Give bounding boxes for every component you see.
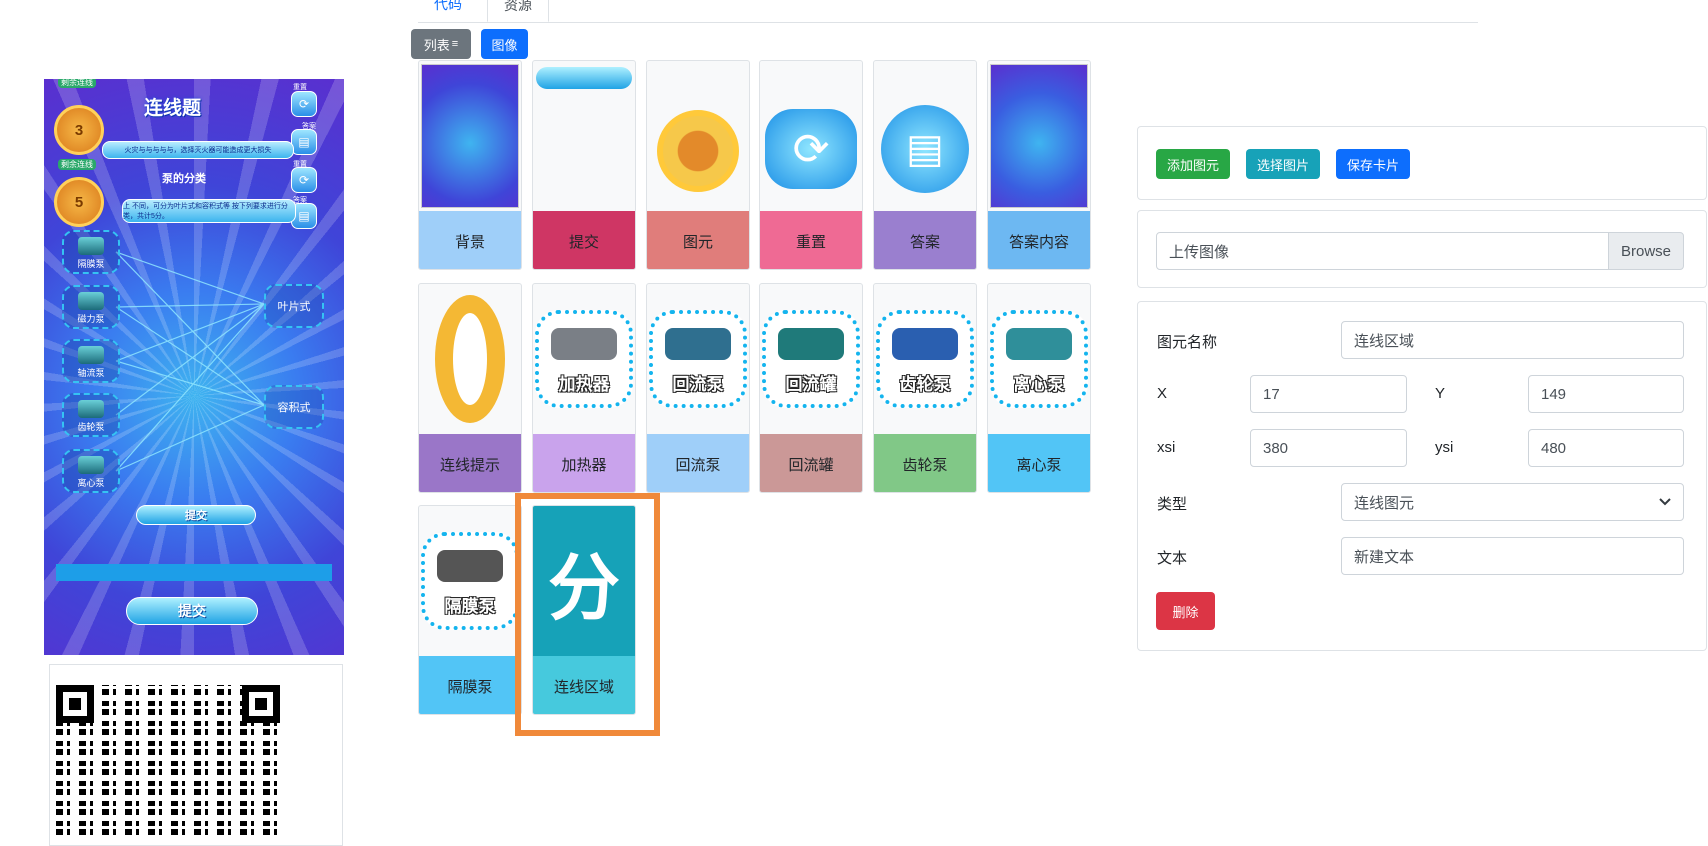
resource-card[interactable]: 隔膜泵 隔膜泵 (418, 505, 522, 715)
preview-item-label: 轴流泵 (77, 368, 105, 378)
tab-code[interactable]: 代码 (418, 0, 478, 22)
reset-icon: ⟳ (760, 61, 862, 211)
background-thumbnail (419, 61, 521, 211)
resource-card[interactable]: 离心泵 离心泵 (987, 283, 1091, 493)
resource-card-label: 图元 (647, 211, 749, 269)
resource-card[interactable]: 回流泵 回流泵 (646, 283, 750, 493)
resource-card[interactable]: 答案内容 (987, 60, 1091, 270)
upload-input[interactable]: 上传图像 (1156, 232, 1609, 270)
pump-icon (78, 237, 104, 255)
resource-card[interactable]: 回流罐 回流罐 (759, 283, 863, 493)
submit-button-small[interactable]: 提交 (136, 505, 256, 525)
name-field[interactable]: 连线区域 (1341, 321, 1684, 359)
resource-card[interactable]: ⟳ 重置 (759, 60, 863, 270)
qr-finder (56, 685, 94, 723)
name-label: 图元名称 (1157, 334, 1218, 351)
xsi-label: xsi (1157, 439, 1176, 456)
choose-image-button[interactable]: 选择图片 (1246, 149, 1320, 179)
qr-finder (242, 685, 280, 723)
equipment-icon: 加热器 (533, 284, 635, 434)
equipment-icon: 回流罐 (760, 284, 862, 434)
preview-target[interactable]: 叶片式 (264, 284, 324, 328)
equipment-icon: 齿轮泵 (874, 284, 976, 434)
preview-item[interactable]: 齿轮泵 (62, 393, 120, 437)
preview-item-label: 磁力泵 (77, 314, 105, 324)
resource-card-label: 答案 (874, 211, 976, 269)
resource-card-label: 重置 (760, 211, 862, 269)
ysi-field[interactable]: 480 (1528, 429, 1684, 467)
game-preview: 剩余连线 3 连线题 ⟳ 重置 ▤ 答案 火灾与与与与与，选择灭火器可能造成更大… (44, 79, 344, 655)
tab-resources[interactable]: 资源 (487, 0, 549, 22)
qr-card (49, 664, 343, 846)
medal-icon (647, 61, 749, 211)
ysi-label: ysi (1435, 439, 1454, 456)
selection-highlight (515, 493, 660, 736)
browse-button[interactable]: Browse (1608, 232, 1684, 270)
y-field[interactable]: 149 (1528, 375, 1684, 413)
equipment-icon: 离心泵 (988, 284, 1090, 434)
resource-card[interactable]: 背景 (418, 60, 522, 270)
resource-card[interactable]: 齿轮泵 齿轮泵 (873, 283, 977, 493)
pump-icon (78, 456, 104, 474)
type-select-value: 连线图元 (1354, 494, 1415, 512)
pump-icon (78, 400, 104, 418)
resource-card-label: 答案内容 (988, 211, 1090, 269)
sort-icon: ≡ (451, 38, 459, 50)
list-view-label: 列表 (423, 37, 450, 53)
x-field[interactable]: 17 (1250, 375, 1407, 413)
delete-button[interactable]: 删除 (1156, 592, 1215, 630)
resource-card[interactable]: 图元 (646, 60, 750, 270)
upload-panel: 上传图像 Browse (1137, 210, 1707, 288)
submit-button[interactable]: 提交 (126, 597, 258, 625)
equipment-icon: 回流泵 (647, 284, 749, 434)
y-label: Y (1435, 385, 1446, 402)
submit-thumbnail (533, 61, 635, 211)
resource-card[interactable]: 加热器 加热器 (532, 283, 636, 493)
equipment-icon: 隔膜泵 (419, 506, 521, 656)
answer-thumbnail (988, 61, 1090, 211)
preview-item-label: 离心泵 (77, 478, 105, 488)
resource-card-label: 离心泵 (988, 434, 1090, 492)
pump-icon (78, 346, 104, 364)
chevron-down-icon (1659, 498, 1671, 506)
xsi-field[interactable]: 380 (1250, 429, 1407, 467)
preview-item[interactable]: 离心泵 (62, 449, 120, 493)
resource-card-label: 背景 (419, 211, 521, 269)
type-label: 类型 (1157, 496, 1188, 513)
resource-card-label: 齿轮泵 (874, 434, 976, 492)
text-field[interactable]: 新建文本 (1341, 537, 1684, 575)
resource-card-label: 回流泵 (647, 434, 749, 492)
image-view-button[interactable]: 图像 (481, 29, 528, 59)
preview-item[interactable]: 轴流泵 (62, 339, 120, 383)
tab-bar: 代码 资源 (418, 0, 1478, 23)
pump-icon (78, 292, 104, 310)
resource-card-label: 回流罐 (760, 434, 862, 492)
x-label: X (1157, 385, 1168, 402)
save-card-button[interactable]: 保存卡片 (1336, 149, 1410, 179)
preview-item-label: 隔膜泵 (77, 259, 105, 269)
toolbar-panel: 添加图元 选择图片 保存卡片 (1137, 126, 1707, 200)
resource-card[interactable]: 连线提示 (418, 283, 522, 493)
preview-item[interactable]: 隔膜泵 (62, 230, 120, 274)
preview-target[interactable]: 容积式 (264, 385, 324, 429)
hint-zero-icon (419, 284, 521, 434)
preview-item[interactable]: 磁力泵 (62, 285, 120, 329)
resource-card[interactable]: 提交 (532, 60, 636, 270)
preview-item-label: 齿轮泵 (77, 422, 105, 432)
resource-card-label: 隔膜泵 (419, 656, 521, 714)
resource-card[interactable]: ▤ 答案 (873, 60, 977, 270)
type-select[interactable]: 连线图元 (1341, 483, 1684, 521)
resource-card-label: 提交 (533, 211, 635, 269)
resource-card-label: 加热器 (533, 434, 635, 492)
properties-panel: 图元名称 连线区域 X 17 Y 149 xsi 380 ysi 480 类型 … (1137, 301, 1707, 651)
add-element-button[interactable]: 添加图元 (1156, 149, 1230, 179)
answer-icon: ▤ (874, 61, 976, 211)
list-view-button[interactable]: 列表 ≡ (411, 29, 471, 59)
text-label: 文本 (1157, 550, 1188, 567)
progress-bar (56, 564, 332, 581)
resource-card-label: 连线提示 (419, 434, 521, 492)
